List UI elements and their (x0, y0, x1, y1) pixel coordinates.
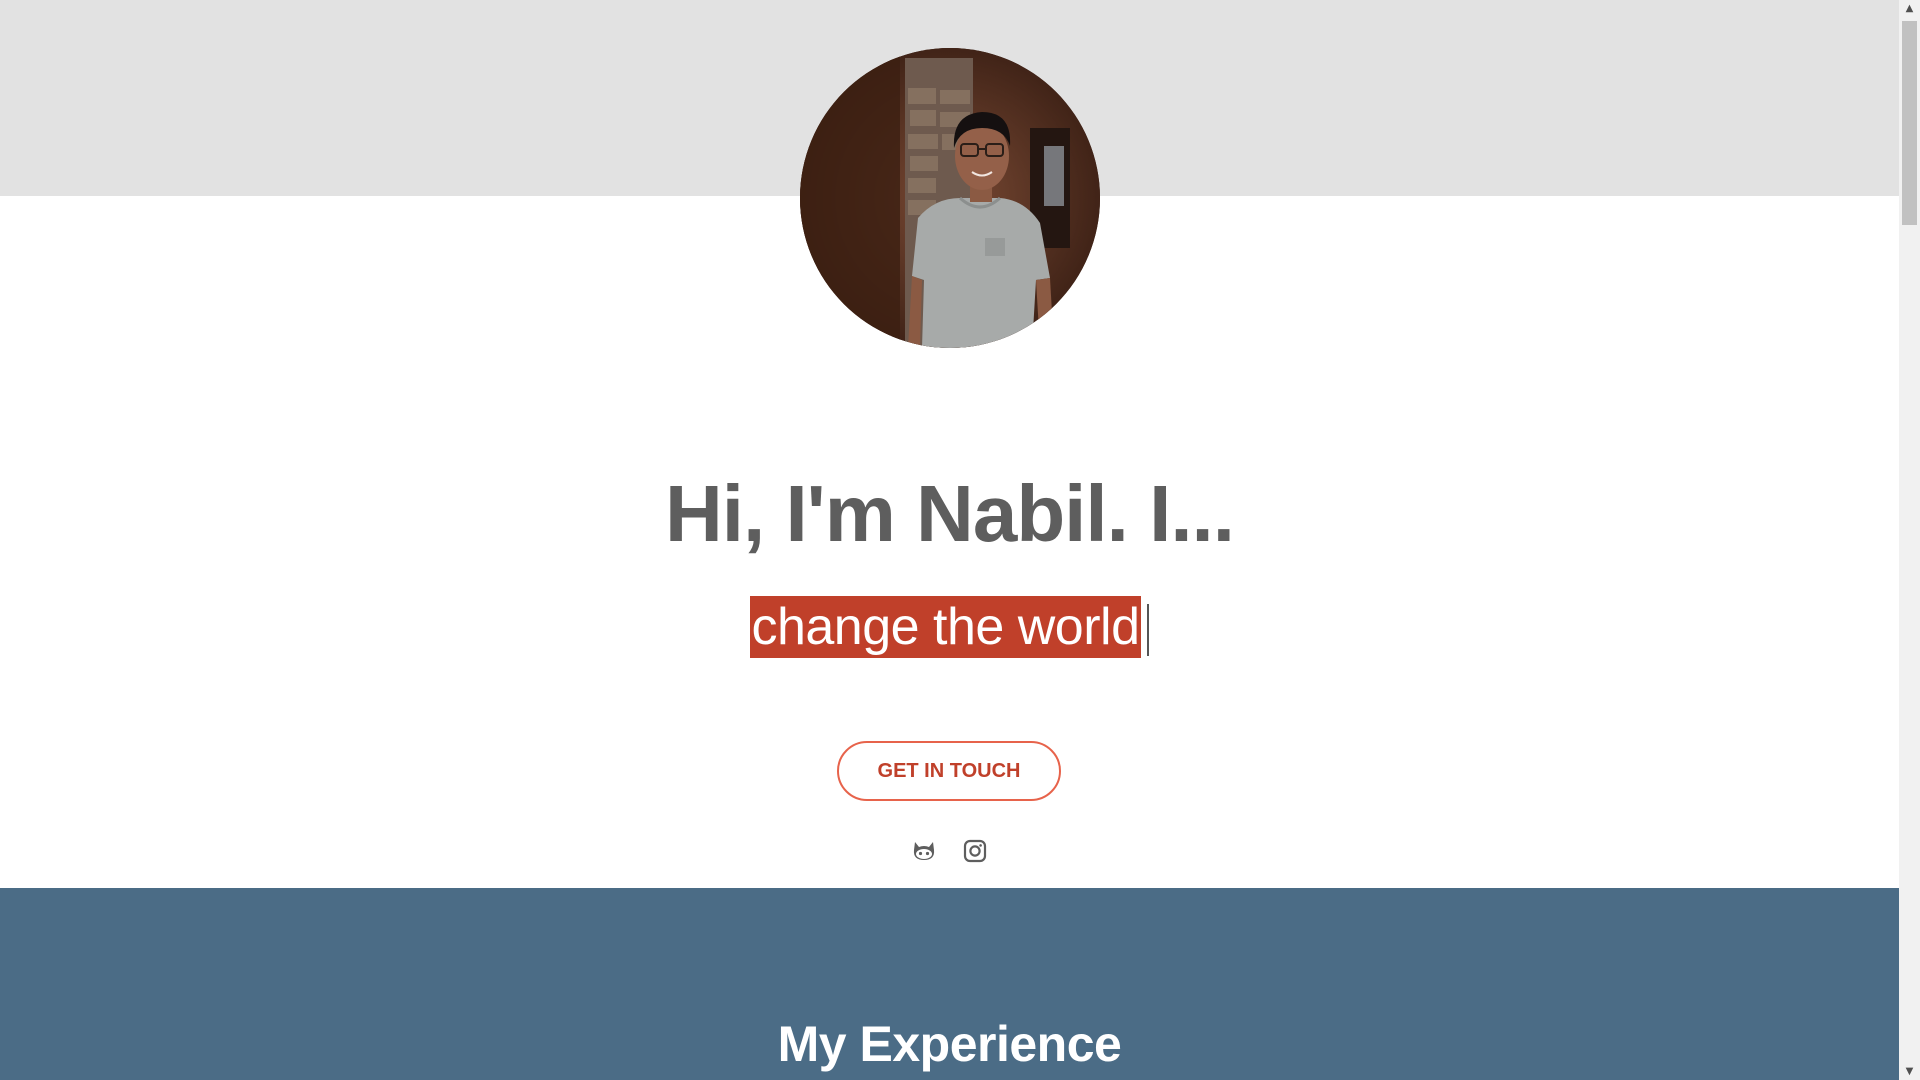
github-icon (914, 842, 935, 860)
scroll-down-arrow[interactable]: ▼ (1899, 1063, 1920, 1080)
typed-text-wrapper: change the world (0, 596, 1899, 660)
page: Hi, I'm Nabil. I... change the world GET… (0, 0, 1920, 1080)
scrollbar-thumb[interactable] (1902, 21, 1917, 225)
scroll-up-arrow[interactable]: ▲ (1899, 0, 1920, 17)
vertical-scrollbar[interactable]: ▲ ▼ (1899, 0, 1920, 1080)
profile-photo (800, 48, 1100, 348)
typed-highlight-text: change the world (750, 596, 1141, 658)
social-links (0, 838, 1899, 866)
experience-title: My Experience (777, 1016, 1122, 1072)
get-in-touch-button[interactable]: GET IN TOUCH (837, 741, 1061, 801)
hero-headline: Hi, I'm Nabil. I... (664, 469, 1235, 558)
avatar (800, 48, 1100, 348)
github-link[interactable] (911, 838, 937, 864)
instagram-icon (963, 839, 986, 863)
instagram-link[interactable] (962, 838, 988, 864)
page-content: Hi, I'm Nabil. I... change the world GET… (0, 0, 1899, 1080)
experience-section: My Experience (0, 888, 1899, 1080)
typing-caret (1146, 604, 1149, 656)
